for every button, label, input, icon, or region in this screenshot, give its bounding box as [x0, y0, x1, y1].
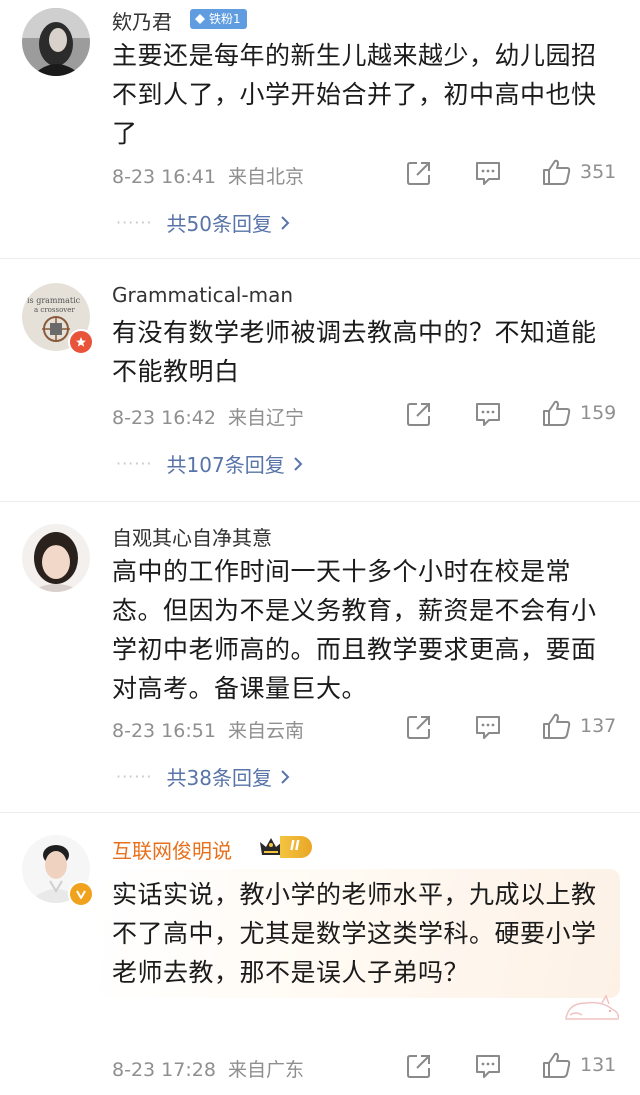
comment-location: 来自广东	[227, 1059, 304, 1081]
comment-icon[interactable]	[474, 1053, 502, 1079]
username[interactable]: Grammatical-man	[112, 283, 293, 307]
dots-icon: ······	[116, 767, 153, 786]
username[interactable]: 欸乃君	[112, 6, 172, 35]
like-count: 351	[580, 161, 617, 183]
avatar-text: is grammatic	[27, 296, 81, 305]
comment-item: is grammatic a crossover Grammatical-man…	[0, 259, 640, 502]
thumbs-up-icon	[543, 400, 571, 426]
thumbs-up-icon	[543, 713, 571, 739]
username[interactable]: 自观其心自净其意	[112, 522, 272, 551]
like-button[interactable]: 159	[542, 399, 616, 427]
comment-location: 来自北京	[227, 166, 304, 188]
comment-item: 互联网俊明说 II 实话实说，教小学的老师水平，九成以上教不了高中，尤其是数学这…	[0, 813, 640, 1095]
share-icon[interactable]	[406, 401, 432, 427]
diamond-icon	[195, 14, 205, 24]
comment-meta: 8-23 16:51 来自云南	[112, 716, 304, 743]
chevron-right-icon	[293, 456, 303, 471]
replies-count: 共107条回复	[166, 453, 285, 477]
avatar[interactable]: is grammatic a crossover	[22, 283, 94, 355]
star-badge-icon	[68, 329, 94, 355]
comment-meta: 8-23 16:41 来自北京	[112, 162, 304, 189]
replies-link[interactable]: ······ 共50条回复	[116, 208, 290, 237]
comment-text: 有没有数学老师被调去教高中的？不知道能不能教明白	[112, 318, 597, 386]
dots-icon: ······	[116, 213, 153, 232]
comment-location: 来自辽宁	[227, 407, 304, 429]
avatar[interactable]	[22, 835, 94, 907]
comment-time: 8-23 17:28	[112, 1059, 216, 1081]
thumbs-up-icon	[543, 1052, 571, 1078]
comment-location: 来自云南	[227, 720, 304, 742]
username[interactable]: 互联网俊明说	[112, 835, 232, 864]
replies-link[interactable]: ······ 共107条回复	[116, 449, 303, 478]
like-button[interactable]: 131	[542, 1051, 616, 1079]
fan-badge-label: 铁粉1	[209, 12, 241, 26]
share-icon[interactable]	[406, 1053, 432, 1079]
comment-icon[interactable]	[474, 401, 502, 427]
replies-count: 共50条回复	[166, 212, 272, 236]
comment-time: 8-23 16:42	[112, 407, 216, 429]
vip-level: II	[280, 836, 312, 858]
avatar-text: a crossover	[34, 306, 75, 314]
comment-text: 高中的工作时间一天十多个小时在校是常态。但因为不是义务教育，薪资是不会有小学初中…	[112, 557, 597, 703]
like-count: 159	[580, 402, 617, 424]
avatar[interactable]	[22, 524, 90, 592]
comment-time: 8-23 16:51	[112, 720, 216, 742]
chevron-right-icon	[281, 769, 290, 784]
like-count: 131	[580, 1054, 617, 1076]
comment-item: 自观其心自净其意 高中的工作时间一天十多个小时在校是常态。但因为不是义务教育，薪…	[0, 502, 640, 813]
comment-meta: 8-23 16:42 来自辽宁	[112, 403, 304, 430]
like-button[interactable]: 137	[542, 712, 616, 740]
share-icon[interactable]	[406, 160, 432, 186]
comment-text: 主要还是每年的新生儿越来越少，幼儿园招不到人了，小学开始合并了，初中高中也快了	[112, 41, 597, 148]
vip-badge: II	[258, 834, 312, 860]
comment-time: 8-23 16:41	[112, 166, 216, 188]
dots-icon: ······	[116, 454, 153, 473]
chevron-right-icon	[281, 215, 290, 230]
comment-icon[interactable]	[474, 160, 502, 186]
thumbs-up-icon	[543, 159, 571, 185]
sleeping-cat-icon	[565, 994, 620, 1020]
comment-icon[interactable]	[474, 714, 502, 740]
comment-meta: 8-23 17:28 来自广东	[112, 1055, 304, 1082]
share-icon[interactable]	[406, 714, 432, 740]
like-button[interactable]: 351	[542, 158, 616, 186]
comment-item: 欸乃君 铁粉1 主要还是每年的新生儿越来越少，幼儿园招不到人了，小学开始合并了，…	[0, 0, 640, 259]
comment-text: 实话实说，教小学的老师水平，九成以上教不了高中，尤其是数学这类学科。硬要小学老师…	[100, 869, 620, 998]
fan-badge: 铁粉1	[190, 9, 247, 29]
like-count: 137	[580, 715, 617, 737]
avatar[interactable]	[22, 8, 90, 76]
replies-link[interactable]: ······ 共38条回复	[116, 762, 290, 791]
replies-count: 共38条回复	[166, 766, 272, 790]
verified-v-icon	[68, 881, 94, 907]
